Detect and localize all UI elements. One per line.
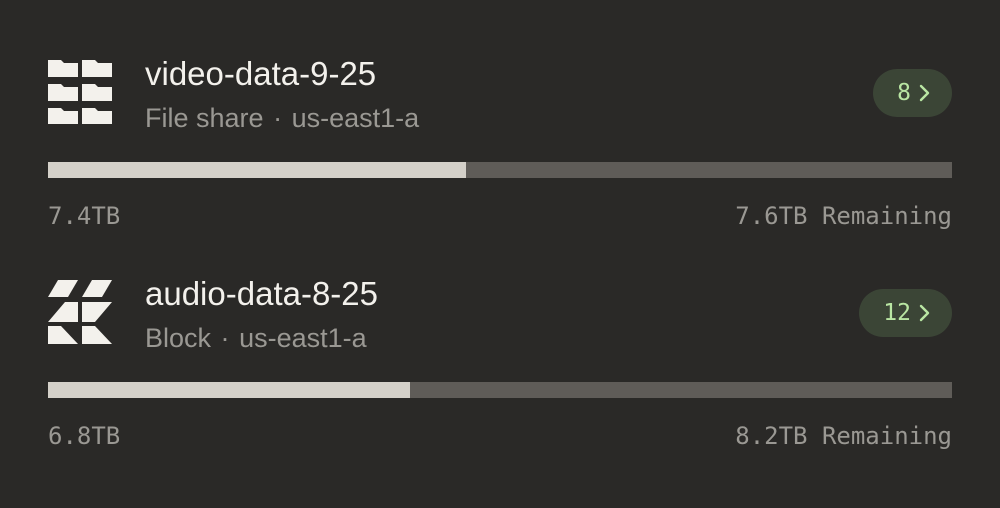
volume-type: File share: [145, 103, 264, 133]
volume-name: video-data-9-25: [145, 55, 377, 92]
used-capacity: 6.8TB: [48, 422, 121, 450]
meta-separator: ·: [220, 323, 230, 353]
count-value: 12: [883, 300, 911, 326]
volume-zone: us-east1-a: [291, 103, 420, 133]
chevron-right-icon: [919, 304, 930, 322]
usage-bar: [48, 382, 952, 398]
volume-card: video-data-9-25 File share · us-east1-a …: [48, 55, 952, 235]
meta-separator: ·: [273, 103, 283, 133]
used-capacity: 7.4TB: [48, 202, 121, 230]
volume-card: audio-data-8-25 Block · us-east1-a 12 6.…: [48, 275, 952, 455]
chevron-right-icon: [919, 84, 930, 102]
volume-type: Block: [145, 323, 212, 353]
usage-bar-fill: [48, 382, 410, 398]
count-button[interactable]: 12: [859, 289, 952, 337]
count-button[interactable]: 8: [873, 69, 952, 117]
file-share-icon: [48, 60, 112, 124]
storage-volumes-panel: video-data-9-25 File share · us-east1-a …: [0, 0, 1000, 508]
volume-zone: us-east1-a: [239, 323, 367, 353]
remaining-capacity: 8.2TB Remaining: [735, 422, 952, 450]
volume-name: audio-data-8-25: [145, 275, 378, 312]
volume-details: File share · us-east1-a: [145, 102, 419, 134]
count-value: 8: [897, 80, 911, 106]
block-storage-icon: [48, 280, 112, 344]
usage-bar-fill: [48, 162, 467, 178]
volume-details: Block · us-east1-a: [145, 322, 367, 354]
remaining-capacity: 7.6TB Remaining: [735, 202, 952, 230]
usage-bar: [48, 162, 952, 178]
